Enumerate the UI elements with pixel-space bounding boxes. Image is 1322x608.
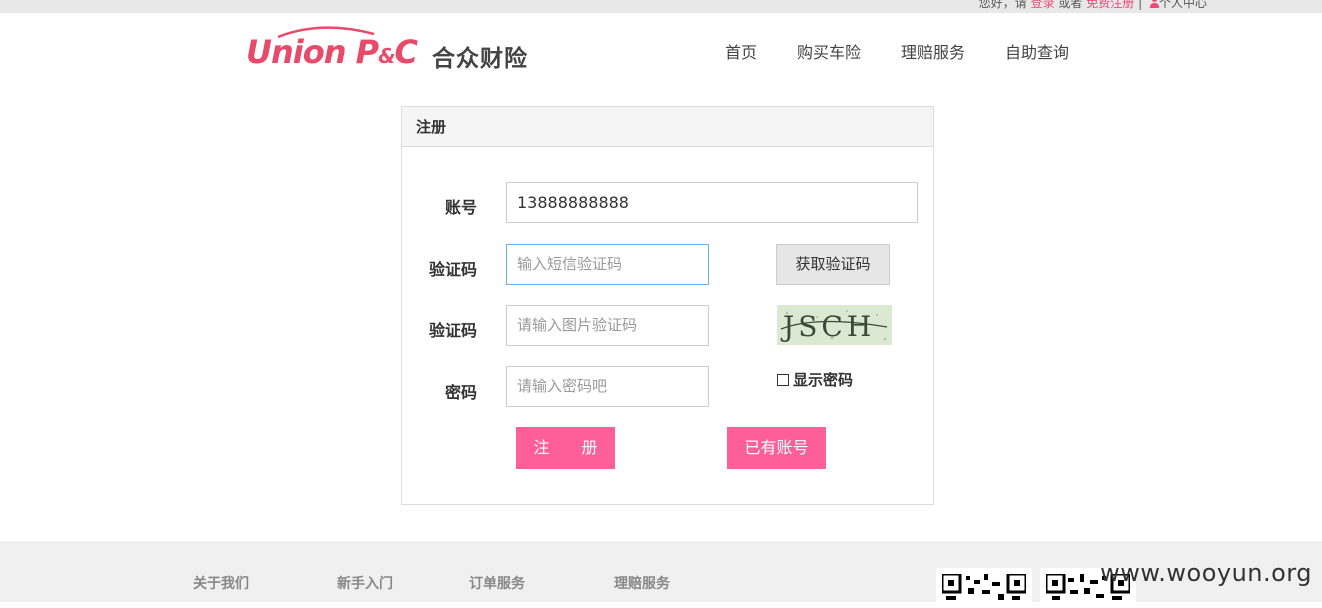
register-panel: 注册 账号 13888888888 验证码 输入短信验证码 获取验证码 验证码 … (401, 106, 934, 505)
svg-text:JSCH: JSCH (780, 310, 875, 343)
password-input[interactable]: 请输入密码吧 (506, 366, 709, 407)
image-code-input[interactable]: 请输入图片验证码 (506, 305, 709, 346)
password-label: 密码 (444, 383, 477, 402)
logo-chinese: 合众财险 (432, 46, 528, 72)
show-password-toggle[interactable]: 显示密码 (777, 369, 853, 390)
footer-link-about[interactable]: 关于我们 (193, 573, 337, 593)
top-bar: 您好，请 登录 或者 免费注册 | 个人中心 (0, 0, 1322, 13)
watermark-text: www.wooyun.org (1100, 559, 1312, 587)
account-input[interactable]: 13888888888 (506, 182, 918, 223)
user-icon (1149, 0, 1159, 8)
logo-english: Union P&C (246, 33, 418, 71)
brand-logo[interactable]: Union P&C 合众财险 (246, 26, 536, 77)
site-footer: 关于我们 新手入门 订单服务 理赔服务 www.wooyun.org (0, 541, 1322, 608)
greeting-text: 您好，请 (978, 0, 1027, 10)
show-password-label: 显示密码 (793, 371, 854, 389)
sms-code-label: 验证码 (428, 260, 477, 279)
site-header: Union P&C 合众财险 首页 购买车险 理赔服务 自助查询 (0, 13, 1322, 93)
top-user-links: 您好，请 登录 或者 免费注册 | 个人中心 (979, 0, 1207, 11)
register-link[interactable]: 免费注册 (1086, 0, 1134, 10)
sms-code-input[interactable]: 输入短信验证码 (506, 244, 709, 285)
nav-buy-insurance[interactable]: 购买车险 (797, 39, 861, 63)
get-code-button[interactable]: 获取验证码 (776, 244, 890, 285)
footer-link-orders[interactable]: 订单服务 (469, 573, 614, 593)
footer-link-claims[interactable]: 理赔服务 (614, 573, 670, 593)
have-account-button[interactable]: 已有账号 (727, 427, 826, 469)
nav-self-service[interactable]: 自助查询 (1005, 39, 1069, 63)
panel-title: 注册 (402, 107, 933, 147)
footer-link-beginner[interactable]: 新手入门 (337, 573, 469, 593)
captcha-image[interactable]: JSCH (777, 305, 892, 345)
show-password-checkbox[interactable] (777, 373, 789, 386)
qr-code-icon (936, 568, 1032, 608)
captcha-graphic: JSCH (777, 305, 892, 345)
personal-center-link[interactable]: 个人中心 (1159, 0, 1207, 10)
main-nav: 首页 购买车险 理赔服务 自助查询 (725, 39, 1069, 63)
nav-claims[interactable]: 理赔服务 (901, 39, 965, 63)
footer-links: 关于我们 新手入门 订单服务 理赔服务 (193, 573, 670, 593)
separator: | (1138, 0, 1143, 10)
account-label: 账号 (444, 198, 477, 217)
register-button[interactable]: 注 册 (516, 427, 615, 469)
or-text: 或者 (1058, 0, 1083, 10)
image-code-label: 验证码 (428, 321, 477, 340)
nav-home[interactable]: 首页 (725, 39, 757, 63)
login-link[interactable]: 登录 (1031, 0, 1055, 10)
